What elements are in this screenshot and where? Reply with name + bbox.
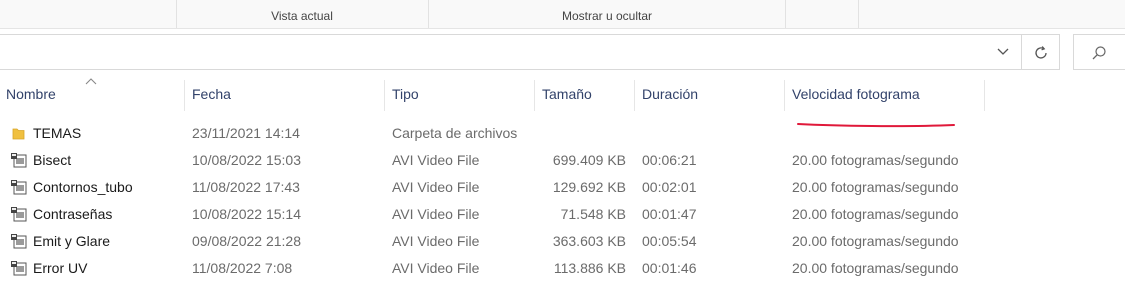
- refresh-icon: [1035, 46, 1047, 59]
- column-header-framerate[interactable]: Velocidad fotograma: [792, 86, 920, 110]
- address-history-dropdown[interactable]: [993, 41, 1013, 63]
- file-duration: 00:02:01: [642, 179, 697, 195]
- folder-icon: [10, 125, 28, 141]
- file-type: AVI Video File: [392, 206, 480, 222]
- video-file-icon: [10, 233, 28, 249]
- file-date: 10/08/2022 15:14: [192, 206, 301, 222]
- file-type: AVI Video File: [392, 152, 480, 168]
- file-row[interactable]: Error UV 11/08/2022 7:08 AVI Video File 113…: [0, 255, 1125, 282]
- ribbon-group-show-hide: Mostrar u ocultar: [561, 9, 653, 23]
- address-bar[interactable]: [0, 34, 1022, 70]
- file-name: Bisect: [33, 152, 72, 168]
- file-date: 10/08/2022 15:03: [192, 152, 301, 168]
- file-row[interactable]: Contraseñas 10/08/2022 15:14 AVI Video Fil…: [0, 201, 1125, 228]
- file-framerate: 20.00 fotogramas/segundo: [792, 206, 959, 222]
- column-header-size[interactable]: Tamaño: [542, 86, 592, 110]
- file-type: AVI Video File: [392, 260, 480, 276]
- file-row[interactable]: Contornos_tubo 11/08/2022 17:43 AVI Video …: [0, 174, 1125, 201]
- video-file-icon: [10, 260, 28, 276]
- file-framerate: 20.00 fotogramas/segundo: [792, 152, 959, 168]
- file-date: 11/08/2022 17:43: [192, 179, 300, 195]
- file-row[interactable]: TEMAS 23/11/2021 14:14 Carpeta de archivos: [0, 120, 1125, 147]
- file-framerate: 20.00 fotogramas/segundo: [792, 260, 959, 276]
- file-name: Emit y Glare: [33, 233, 111, 249]
- file-row[interactable]: Emit y Glare 09/08/2022 21:28 AVI Video Fi…: [0, 228, 1125, 255]
- file-row[interactable]: Bisect 10/08/2022 15:03 AVI Video File 699.…: [0, 147, 1125, 174]
- search-icon: [1092, 46, 1106, 60]
- file-type: AVI Video File: [392, 233, 480, 249]
- search-box[interactable]: [1073, 34, 1125, 70]
- file-name: TEMAS: [33, 125, 82, 141]
- file-name: Error UV: [33, 260, 88, 276]
- file-date: 23/11/2021 14:14: [192, 125, 300, 141]
- file-type: Carpeta de archivos: [392, 125, 518, 141]
- column-resize-handle[interactable]: [534, 80, 535, 111]
- file-size: 129.692 KB: [552, 179, 626, 195]
- file-duration: 00:01:46: [642, 260, 697, 276]
- file-size: 699.409 KB: [552, 152, 626, 168]
- column-resize-handle[interactable]: [184, 80, 185, 111]
- video-file-icon: [10, 152, 28, 168]
- file-size: 113.886 KB: [553, 260, 626, 276]
- column-resize-handle[interactable]: [634, 80, 635, 111]
- ribbon-group-current-view: Vista actual: [271, 9, 333, 23]
- column-resize-handle[interactable]: [384, 80, 385, 111]
- video-file-icon: [10, 179, 28, 195]
- file-type: AVI Video File: [392, 179, 480, 195]
- video-file-icon: [10, 206, 28, 222]
- sort-ascending-icon: [85, 78, 97, 85]
- file-name: Contornos_tubo: [33, 179, 133, 195]
- column-header-name[interactable]: Nombre: [6, 86, 56, 110]
- ribbon-divider: [785, 0, 786, 28]
- file-framerate: 20.00 fotogramas/segundo: [792, 233, 959, 249]
- file-date: 09/08/2022 21:28: [192, 233, 301, 249]
- file-name: Contraseñas: [33, 206, 113, 222]
- file-duration: 00:01:47: [642, 206, 697, 222]
- column-resize-handle[interactable]: [784, 80, 785, 111]
- ribbon-group-labels: Vista actual Mostrar u ocultar: [0, 0, 1125, 29]
- ribbon-divider: [858, 0, 859, 28]
- column-resize-handle[interactable]: [984, 80, 985, 111]
- file-size: 363.603 KB: [552, 233, 626, 249]
- chevron-down-icon: [997, 48, 1009, 55]
- column-header-type[interactable]: Tipo: [392, 86, 419, 110]
- column-header-date[interactable]: Fecha: [192, 86, 231, 110]
- file-size: 71.548 KB: [560, 206, 626, 222]
- file-duration: 00:06:21: [642, 152, 697, 168]
- refresh-button[interactable]: [1022, 34, 1060, 70]
- file-date: 11/08/2022 7:08: [192, 260, 293, 276]
- column-header-duration[interactable]: Duración: [642, 86, 698, 110]
- file-duration: 00:05:54: [642, 233, 697, 249]
- file-framerate: 20.00 fotogramas/segundo: [792, 179, 959, 195]
